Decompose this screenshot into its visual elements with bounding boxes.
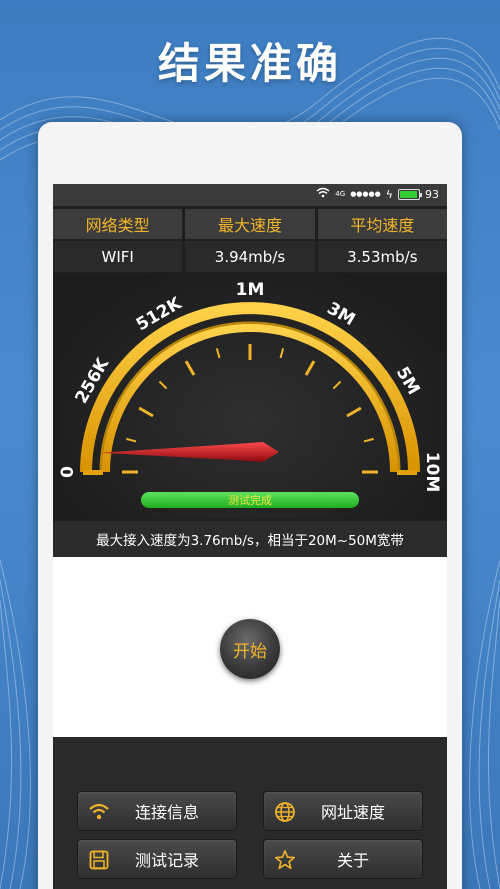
gauge-tick (346, 406, 362, 418)
about-button[interactable]: 关于 (263, 839, 423, 879)
menu-label: 网址速度 (320, 803, 385, 822)
gauge-tick (126, 437, 137, 443)
battery-level: 93 (425, 187, 439, 201)
gauge-tick (158, 380, 168, 390)
gauge-scale-label: 0 (58, 466, 78, 478)
start-button[interactable]: 开始 (220, 619, 280, 679)
stats-table: 网络类型 WIFI 最大速度 3.94mb/s 平均速度 3.53mb/s (53, 209, 447, 273)
test-progress-bar: 测试完成 (141, 492, 359, 508)
gauge-needle (100, 442, 279, 462)
start-panel: 开始 (53, 557, 447, 737)
menu-label: 测试记录 (134, 851, 199, 870)
gauge-base-left (83, 470, 103, 475)
stat-network-type: 网络类型 WIFI (53, 209, 183, 273)
gauge-tick (279, 348, 285, 359)
gauge-tick (363, 437, 374, 443)
gauge-scale-label: 10M (422, 452, 442, 493)
stat-value: 3.94mb/s (185, 241, 315, 272)
wifi-status-icon (316, 187, 330, 201)
stat-value: WIFI (53, 241, 183, 272)
gauge-tick (304, 360, 316, 376)
stat-header: 平均速度 (317, 209, 447, 239)
bottom-menu: 连接信息 网址速度 测试记录 关于 (53, 737, 447, 889)
stat-header: 最大速度 (185, 209, 315, 239)
speed-gauge: 0 256K 512K 1M 3M 5M 10M (53, 274, 447, 519)
progress-text: 测试完成 (228, 494, 272, 507)
gauge-tick (138, 406, 154, 418)
gauge-tick (184, 360, 196, 376)
signal-label: 4G (335, 190, 346, 198)
app-screen: 4G ●●●●● ϟ 93 网络类型 WIFI 最大速度 3.94mb/s 平均… (53, 184, 447, 889)
gauge-base-right (397, 470, 417, 475)
cell-signal-icon: ●●●●● (350, 190, 381, 198)
connection-info-button[interactable]: 连接信息 (77, 791, 237, 831)
result-summary: 最大接入速度为3.76mb/s，相当于20M~50M宽带 (53, 521, 447, 557)
url-speed-button[interactable]: 网址速度 (263, 791, 423, 831)
headline: 结果准确 (157, 39, 342, 88)
menu-label: 关于 (336, 851, 369, 870)
charging-icon: ϟ (385, 187, 393, 201)
stat-value: 3.53mb/s (317, 241, 447, 272)
gauge-tick (215, 348, 221, 359)
gauge-tick (332, 380, 342, 390)
test-history-button[interactable]: 测试记录 (77, 839, 237, 879)
stat-max-speed: 最大速度 3.94mb/s (185, 209, 315, 273)
battery-icon (398, 188, 422, 200)
status-bar: 4G ●●●●● ϟ 93 (53, 184, 447, 206)
gauge-scale-label: 1M (236, 280, 265, 300)
stat-avg-speed: 平均速度 3.53mb/s (317, 209, 447, 273)
menu-label: 连接信息 (134, 803, 199, 822)
stat-header: 网络类型 (53, 209, 183, 239)
